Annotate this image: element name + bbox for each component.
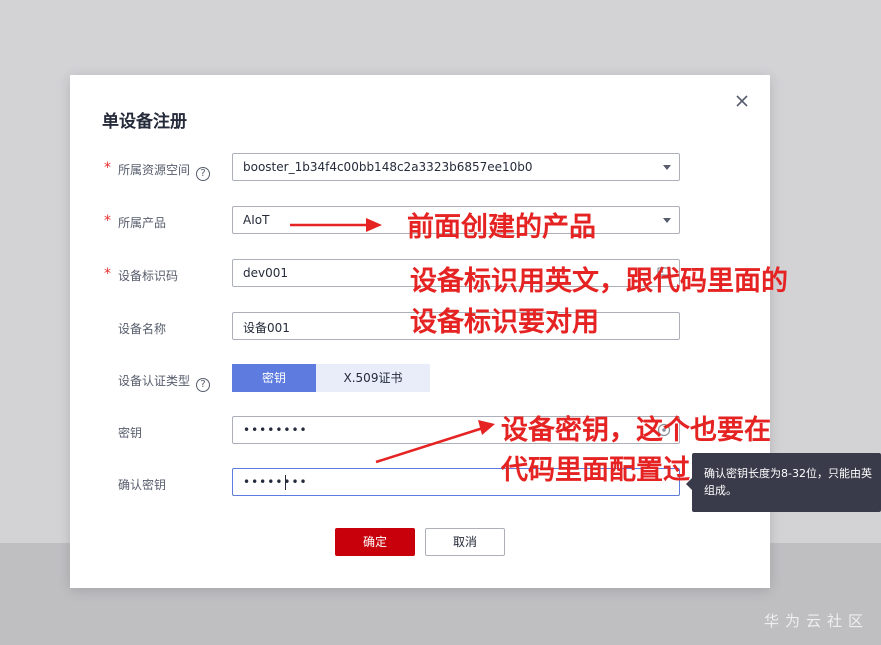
- secret-annotation-line-2: 代码里面配置过: [501, 455, 690, 486]
- product-annotation: 前面创建的产品: [407, 212, 596, 243]
- secret-annotation-line-1: 设备密钥，这个也要在: [501, 415, 771, 446]
- identifier-annotation-line-1: 设备标识用英文，跟代码里面的: [410, 266, 788, 297]
- secret-arrow-head: [478, 420, 495, 435]
- product-arrow-head: [366, 218, 382, 232]
- secret-arrow-line: [375, 426, 484, 464]
- identifier-annotation-line-2: 设备标识要对用: [410, 307, 599, 338]
